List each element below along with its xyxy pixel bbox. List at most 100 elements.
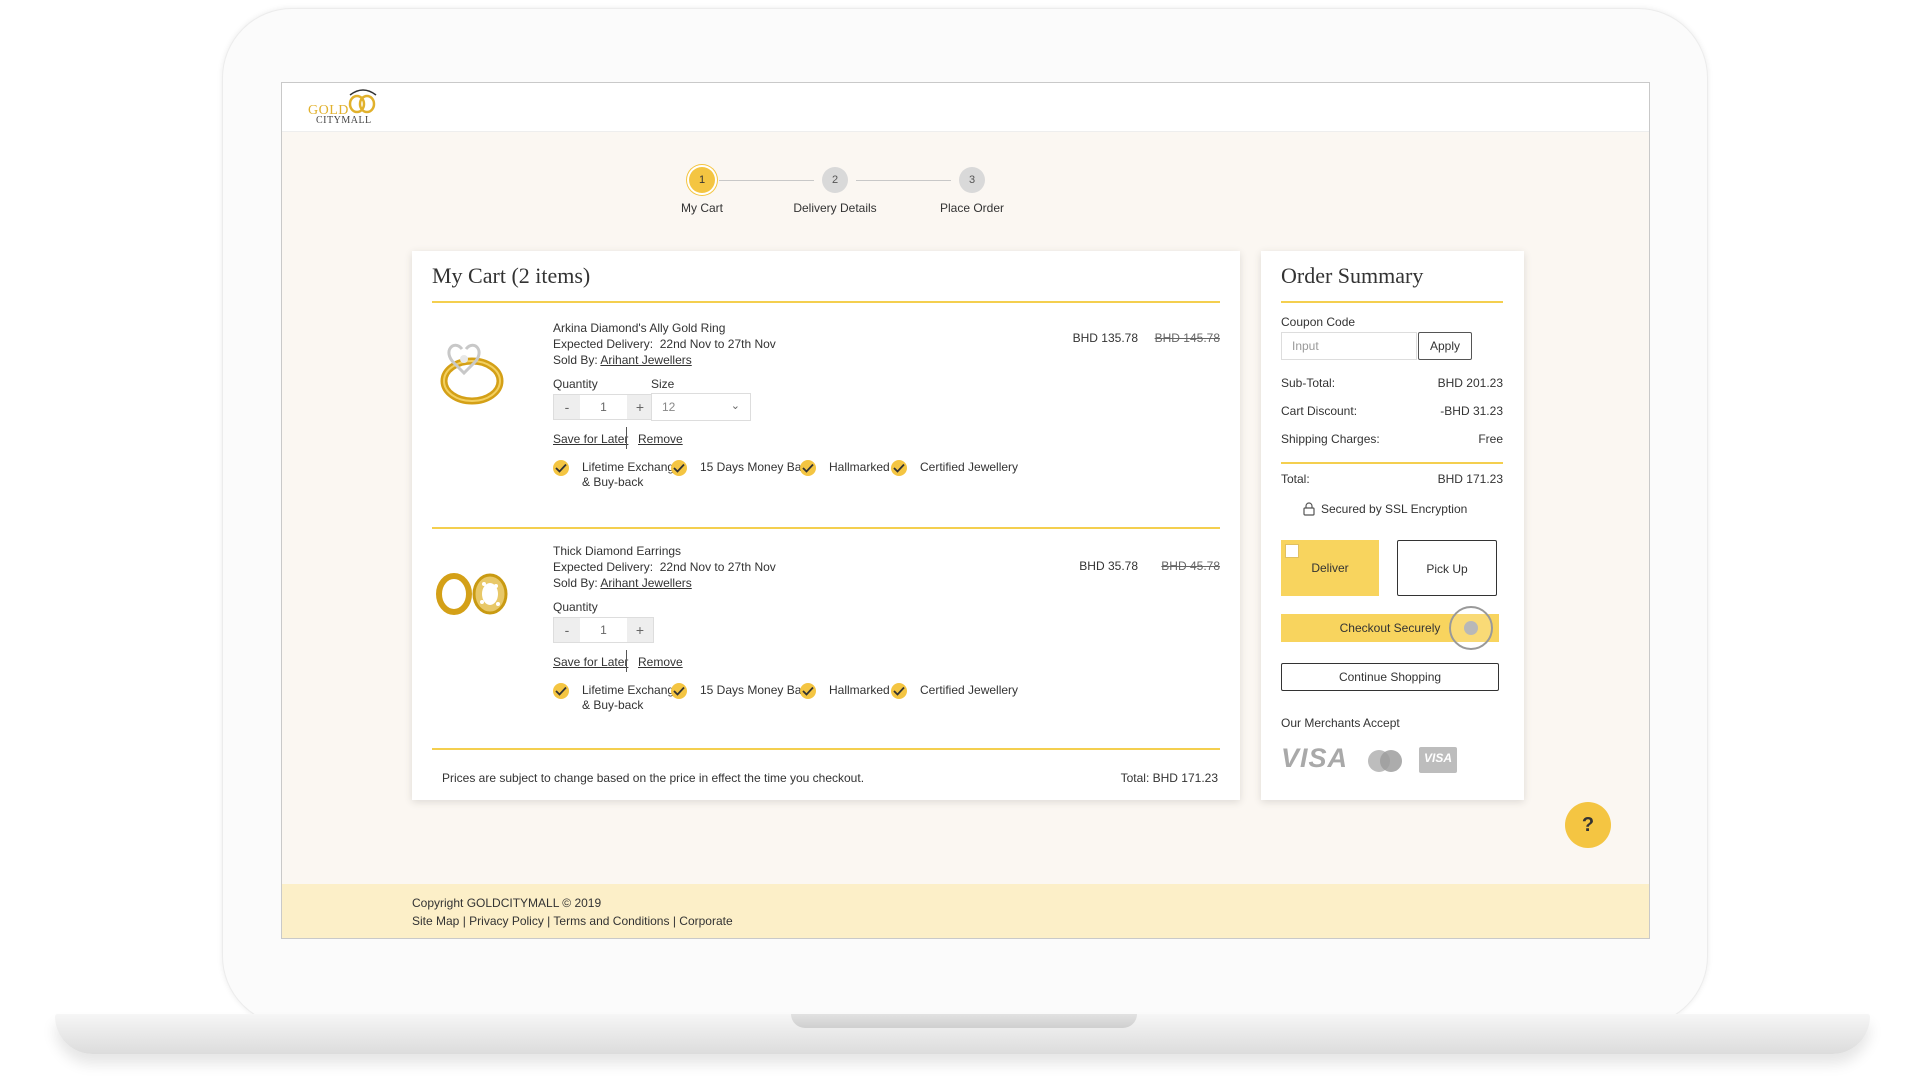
gold-earrings-image[interactable] xyxy=(432,552,517,637)
expected-delivery-value: 22nd Nov to 27th Nov xyxy=(659,337,776,351)
badge-text: Hallmarked xyxy=(829,460,890,474)
quantity-increase-button[interactable]: + xyxy=(627,618,653,642)
footer-separator: | xyxy=(459,914,470,928)
save-for-later-link[interactable]: Save for Later xyxy=(553,655,628,669)
pickup-option-button[interactable]: Pick Up xyxy=(1397,540,1497,596)
sold-by: Sold By: Arihant Jewellers xyxy=(553,353,692,367)
discount-value: -BHD 31.23 xyxy=(1440,404,1503,418)
apply-coupon-button[interactable]: Apply xyxy=(1418,332,1472,360)
step-delivery-details[interactable]: 2 Delivery Details xyxy=(755,167,915,215)
checkbox-icon xyxy=(1285,544,1299,558)
item-price: BHD 35.78 xyxy=(1079,559,1138,573)
footer-separator: | xyxy=(669,914,680,928)
badge-text: Certified Jewellery xyxy=(920,683,1019,697)
expected-delivery-label: Expected Delivery: xyxy=(553,560,654,574)
footer-link-terms[interactable]: Terms and Conditions xyxy=(553,914,669,928)
chevron-down-icon: ⌄ xyxy=(730,400,740,412)
gold-city-mall-logo[interactable]: GOLD CITYMALL xyxy=(308,89,398,129)
badge-hallmarked: Hallmarked xyxy=(800,683,890,699)
checkout-stepper: 1 My Cart 2 Delivery Details 3 Place Ord… xyxy=(282,167,1649,227)
quantity-stepper: - 1 + xyxy=(553,394,654,420)
gold-ring-image[interactable] xyxy=(432,329,517,414)
quantity-decrease-button[interactable]: - xyxy=(554,618,580,642)
total-label: Total: xyxy=(1281,472,1310,486)
badge-hallmarked: Hallmarked xyxy=(800,460,890,476)
shipping-value: Free xyxy=(1478,432,1503,446)
step-number: 1 xyxy=(689,167,715,193)
step-number: 3 xyxy=(959,167,985,193)
order-summary-card: Order Summary Coupon Code Input Apply Su… xyxy=(1261,251,1524,800)
summary-title-rule xyxy=(1281,301,1503,303)
shipping-row: Shipping Charges: Free xyxy=(1281,432,1503,446)
visa-card-logo: VISA xyxy=(1419,747,1457,773)
deliver-label: Deliver xyxy=(1311,561,1349,575)
subtotal-row: Sub-Total: BHD 201.23 xyxy=(1281,376,1503,390)
cart-total: Total: BHD 171.23 xyxy=(1120,771,1218,785)
cart-title: My Cart (2 items) xyxy=(432,263,591,288)
discount-label: Cart Discount: xyxy=(1281,404,1358,418)
step-number: 2 xyxy=(822,167,848,193)
logo-text-citymall: CITYMALL xyxy=(316,115,372,126)
deliver-option-button[interactable]: Deliver xyxy=(1281,540,1379,596)
footer-link-site-map[interactable]: Site Map xyxy=(412,914,459,928)
merchants-label: Our Merchants Accept xyxy=(1281,716,1400,730)
item-price: BHD 135.78 xyxy=(1072,331,1138,345)
seller-link[interactable]: Arihant Jewellers xyxy=(600,576,691,590)
step-place-order[interactable]: 3 Place Order xyxy=(892,167,1052,215)
footer-links: Site Map | Privacy Policy | Terms and Co… xyxy=(412,914,733,928)
item-name[interactable]: Arkina Diamond's Ally Gold Ring xyxy=(553,321,725,335)
remove-link[interactable]: Remove xyxy=(638,432,683,446)
expected-delivery-label: Expected Delivery: xyxy=(553,337,654,351)
save-for-later-link[interactable]: Save for Later xyxy=(553,432,628,446)
cart-title-rule xyxy=(432,301,1220,303)
help-button[interactable]: ? xyxy=(1565,802,1611,848)
item-separator xyxy=(432,527,1220,529)
check-icon xyxy=(800,460,816,476)
cart-item: Arkina Diamond's Ally Gold Ring Expected… xyxy=(432,321,1220,489)
quantity-increase-button[interactable]: + xyxy=(627,395,653,419)
summary-total-rule xyxy=(1281,462,1503,464)
seller-link[interactable]: Arihant Jewellers xyxy=(600,353,691,367)
footer-link-privacy-policy[interactable]: Privacy Policy xyxy=(469,914,544,928)
check-icon xyxy=(553,683,569,699)
quantity-decrease-button[interactable]: - xyxy=(554,395,580,419)
sold-by-label: Sold By: xyxy=(553,353,598,367)
laptop-notch xyxy=(791,1014,1137,1028)
mastercard-logo xyxy=(1368,750,1402,772)
lock-icon xyxy=(1303,502,1315,516)
copyright-text: Copyright GOLDCITYMALL © 2019 xyxy=(412,896,602,910)
check-icon xyxy=(671,683,687,699)
expected-delivery-value: 22nd Nov to 27th Nov xyxy=(659,560,776,574)
check-icon xyxy=(671,460,687,476)
size-select[interactable]: 12 ⌄ xyxy=(651,393,751,421)
continue-shopping-button[interactable]: Continue Shopping xyxy=(1281,663,1499,691)
badge-text: Hallmarked xyxy=(829,683,890,697)
quantity-value[interactable]: 1 xyxy=(580,395,627,419)
discount-row: Cart Discount: -BHD 31.23 xyxy=(1281,404,1503,418)
action-divider xyxy=(626,650,627,672)
check-icon xyxy=(891,460,907,476)
quantity-stepper: - 1 + xyxy=(553,617,654,643)
quantity-label: Quantity xyxy=(553,600,598,614)
check-icon xyxy=(553,460,569,476)
check-icon xyxy=(891,683,907,699)
remove-link[interactable]: Remove xyxy=(638,655,683,669)
quantity-label: Quantity xyxy=(553,377,598,391)
step-label: Delivery Details xyxy=(793,201,877,215)
badge-money-back: 15 Days Money Back xyxy=(671,460,813,476)
item-old-price: BHD 145.78 xyxy=(1154,331,1220,345)
size-label: Size xyxy=(651,377,675,391)
badge-certified: Certified Jewellery xyxy=(891,683,1018,699)
item-old-price: BHD 45.78 xyxy=(1161,559,1220,573)
item-separator xyxy=(432,748,1220,750)
sold-by-label: Sold By: xyxy=(553,576,598,590)
footer-separator: | xyxy=(543,914,554,928)
quantity-value[interactable]: 1 xyxy=(580,618,627,642)
price-change-note: Prices are subject to change based on th… xyxy=(442,771,865,785)
item-name[interactable]: Thick Diamond Earrings xyxy=(553,544,681,558)
expected-delivery: Expected Delivery: 22nd Nov to 27th Nov xyxy=(553,560,776,574)
footer-link-corporate[interactable]: Corporate xyxy=(679,914,732,928)
badge-text: 15 Days Money Back xyxy=(700,683,814,697)
shipping-label: Shipping Charges: xyxy=(1281,432,1380,446)
coupon-input[interactable]: Input xyxy=(1281,332,1417,360)
